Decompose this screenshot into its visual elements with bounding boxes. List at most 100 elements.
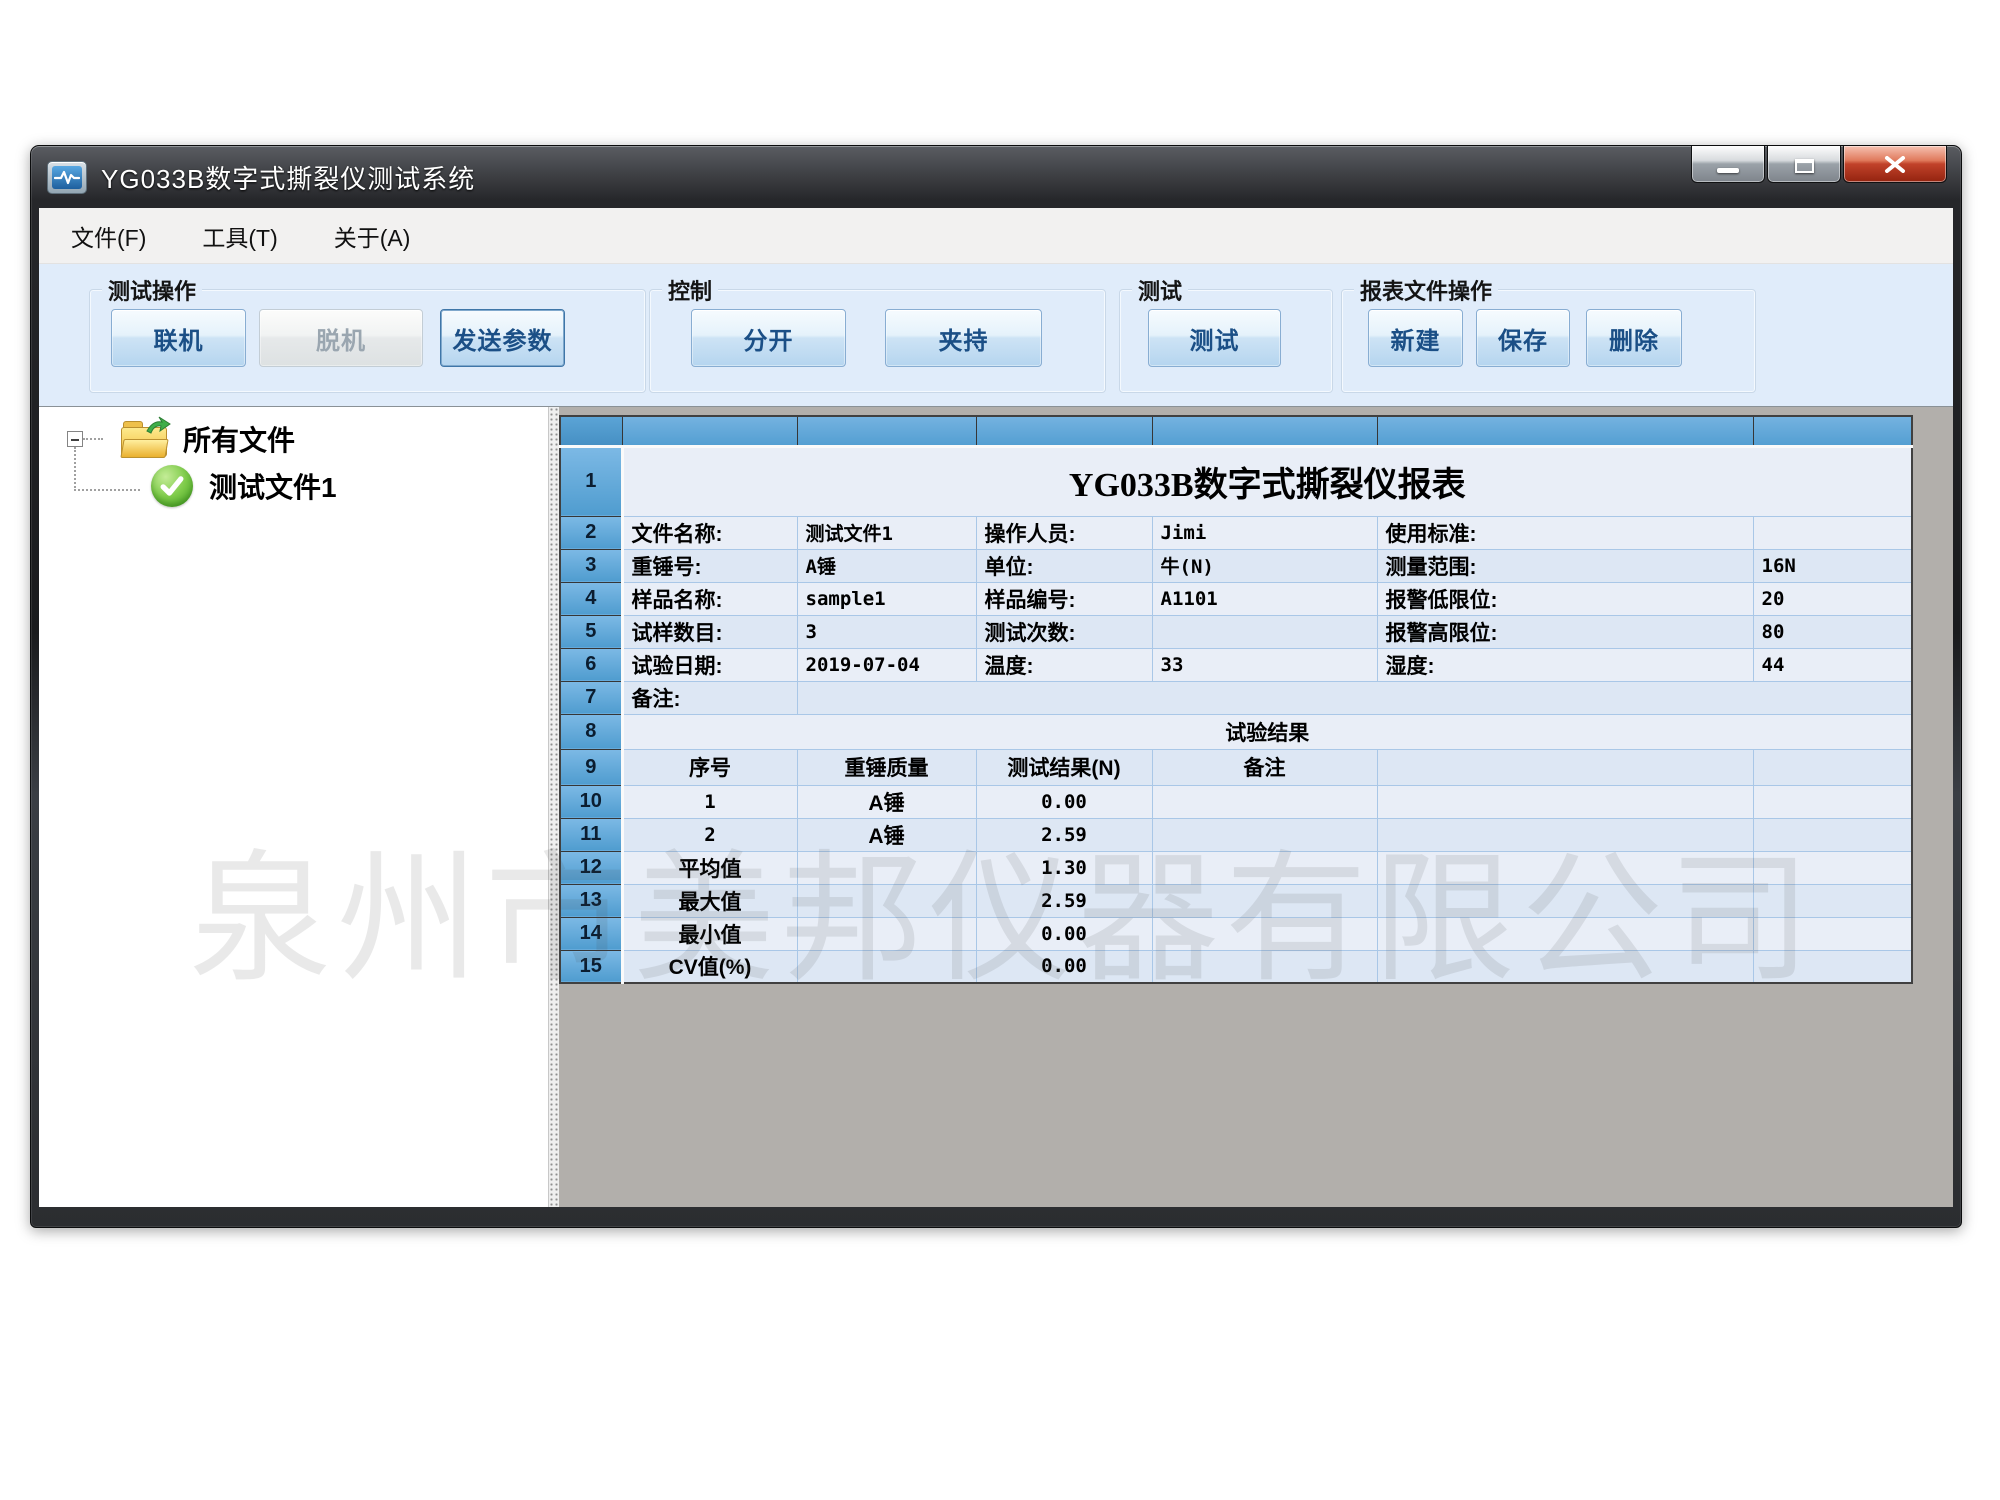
result-cell[interactable]: CV值(%) bbox=[622, 950, 797, 983]
tree-expander[interactable] bbox=[67, 431, 83, 447]
info-label-cell[interactable]: 试样数目: bbox=[622, 615, 797, 648]
row-header[interactable]: 9 bbox=[560, 749, 622, 785]
result-cell[interactable] bbox=[1753, 884, 1912, 917]
row-header[interactable]: 10 bbox=[560, 785, 622, 818]
save-button[interactable]: 保存 bbox=[1476, 309, 1570, 367]
row-header[interactable]: 7 bbox=[560, 681, 622, 714]
title-bar[interactable]: YG033B数字式撕裂仪测试系统 bbox=[31, 146, 1961, 208]
splitter[interactable] bbox=[549, 407, 559, 1207]
info-label-cell[interactable]: 试验日期: bbox=[622, 648, 797, 681]
result-cell[interactable] bbox=[1377, 818, 1753, 851]
result-cell[interactable]: 最小值 bbox=[622, 917, 797, 950]
result-cell[interactable]: 2 bbox=[622, 818, 797, 851]
info-value-cell[interactable]: 16N bbox=[1753, 549, 1912, 582]
row-header[interactable]: 3 bbox=[560, 549, 622, 582]
result-cell[interactable]: A锤 bbox=[797, 818, 976, 851]
info-label-cell[interactable]: 使用标准: bbox=[1377, 516, 1753, 549]
result-cell[interactable]: 0.00 bbox=[976, 785, 1152, 818]
clamp-button[interactable]: 夹持 bbox=[885, 309, 1042, 367]
delete-button[interactable]: 删除 bbox=[1586, 309, 1682, 367]
result-cell[interactable]: 2.59 bbox=[976, 884, 1152, 917]
menu-item-file[interactable]: 文件(F) bbox=[65, 215, 152, 257]
result-cell[interactable] bbox=[797, 884, 976, 917]
result-cell[interactable] bbox=[1377, 950, 1753, 983]
info-label-cell[interactable]: 测量范围: bbox=[1377, 549, 1753, 582]
close-button[interactable] bbox=[1843, 146, 1947, 183]
info-value-cell[interactable]: 2019-07-04 bbox=[797, 648, 976, 681]
result-cell[interactable] bbox=[1753, 851, 1912, 884]
info-value-cell[interactable]: 44 bbox=[1753, 648, 1912, 681]
tree-item-test-file-1[interactable]: 测试文件1 bbox=[151, 463, 337, 509]
separate-button[interactable]: 分开 bbox=[691, 309, 846, 367]
info-value-cell[interactable] bbox=[1152, 615, 1377, 648]
column-header[interactable] bbox=[797, 416, 976, 446]
info-value-cell[interactable]: 80 bbox=[1753, 615, 1912, 648]
section-title-cell[interactable]: 试验结果 bbox=[622, 714, 1912, 749]
result-cell[interactable] bbox=[1377, 785, 1753, 818]
remark-label-cell[interactable]: 备注: bbox=[622, 681, 797, 714]
info-value-cell[interactable]: Jimi bbox=[1152, 516, 1377, 549]
result-header-cell[interactable]: 测试结果(N) bbox=[976, 749, 1152, 785]
report-title-cell[interactable]: YG033B数字式撕裂仪报表 bbox=[622, 446, 1912, 516]
info-value-cell[interactable]: 3 bbox=[797, 615, 976, 648]
row-header[interactable]: 5 bbox=[560, 615, 622, 648]
menu-item-about[interactable]: 关于(A) bbox=[328, 215, 417, 257]
send-params-button[interactable]: 发送参数 bbox=[440, 309, 565, 367]
result-cell[interactable] bbox=[1753, 917, 1912, 950]
menu-item-tools[interactable]: 工具(T) bbox=[196, 215, 283, 257]
new-button[interactable]: 新建 bbox=[1368, 309, 1463, 367]
column-header[interactable] bbox=[622, 416, 797, 446]
result-header-cell[interactable]: 重锤质量 bbox=[797, 749, 976, 785]
minimize-button[interactable] bbox=[1691, 146, 1765, 183]
info-label-cell[interactable]: 操作人员: bbox=[976, 516, 1152, 549]
result-cell[interactable]: 1.30 bbox=[976, 851, 1152, 884]
row-header[interactable]: 13 bbox=[560, 884, 622, 917]
info-label-cell[interactable]: 报警低限位: bbox=[1377, 582, 1753, 615]
result-cell[interactable] bbox=[797, 851, 976, 884]
info-label-cell[interactable]: 测试次数: bbox=[976, 615, 1152, 648]
result-cell[interactable]: A锤 bbox=[797, 785, 976, 818]
info-label-cell[interactable]: 温度: bbox=[976, 648, 1152, 681]
grid-corner-cell[interactable] bbox=[560, 416, 622, 446]
test-button[interactable]: 测试 bbox=[1148, 309, 1281, 367]
row-header[interactable]: 12 bbox=[560, 851, 622, 884]
result-cell[interactable]: 0.00 bbox=[976, 950, 1152, 983]
info-value-cell[interactable] bbox=[1753, 516, 1912, 549]
result-cell[interactable] bbox=[1152, 950, 1377, 983]
info-value-cell[interactable]: A锤 bbox=[797, 549, 976, 582]
info-value-cell[interactable]: 20 bbox=[1753, 582, 1912, 615]
result-cell[interactable] bbox=[1152, 884, 1377, 917]
result-cell[interactable] bbox=[797, 917, 976, 950]
result-cell[interactable] bbox=[797, 950, 976, 983]
column-header[interactable] bbox=[1152, 416, 1377, 446]
row-header[interactable]: 11 bbox=[560, 818, 622, 851]
row-header[interactable]: 1 bbox=[560, 446, 622, 516]
info-value-cell[interactable]: 测试文件1 bbox=[797, 516, 976, 549]
row-header[interactable]: 2 bbox=[560, 516, 622, 549]
result-cell[interactable]: 1 bbox=[622, 785, 797, 818]
result-cell[interactable] bbox=[1377, 884, 1753, 917]
info-label-cell[interactable]: 报警高限位: bbox=[1377, 615, 1753, 648]
connect-button[interactable]: 联机 bbox=[111, 309, 246, 367]
result-cell[interactable]: 0.00 bbox=[976, 917, 1152, 950]
info-label-cell[interactable]: 样品名称: bbox=[622, 582, 797, 615]
info-label-cell[interactable]: 重锤号: bbox=[622, 549, 797, 582]
result-cell[interactable] bbox=[1152, 851, 1377, 884]
result-cell[interactable] bbox=[1377, 851, 1753, 884]
maximize-button[interactable] bbox=[1767, 146, 1841, 183]
info-value-cell[interactable]: sample1 bbox=[797, 582, 976, 615]
row-header[interactable]: 4 bbox=[560, 582, 622, 615]
remark-value-cell[interactable] bbox=[797, 681, 1912, 714]
row-header[interactable]: 6 bbox=[560, 648, 622, 681]
result-cell[interactable]: 平均值 bbox=[622, 851, 797, 884]
disconnect-button[interactable]: 脱机 bbox=[259, 309, 423, 367]
result-header-cell[interactable]: 备注 bbox=[1152, 749, 1377, 785]
info-label-cell[interactable]: 单位: bbox=[976, 549, 1152, 582]
result-header-cell[interactable] bbox=[1753, 749, 1912, 785]
tree-item-all-files[interactable]: 所有文件 bbox=[67, 417, 295, 461]
row-header[interactable]: 15 bbox=[560, 950, 622, 983]
column-header[interactable] bbox=[1753, 416, 1912, 446]
result-cell[interactable] bbox=[1152, 785, 1377, 818]
info-value-cell[interactable]: 牛(N) bbox=[1152, 549, 1377, 582]
result-cell[interactable] bbox=[1753, 950, 1912, 983]
